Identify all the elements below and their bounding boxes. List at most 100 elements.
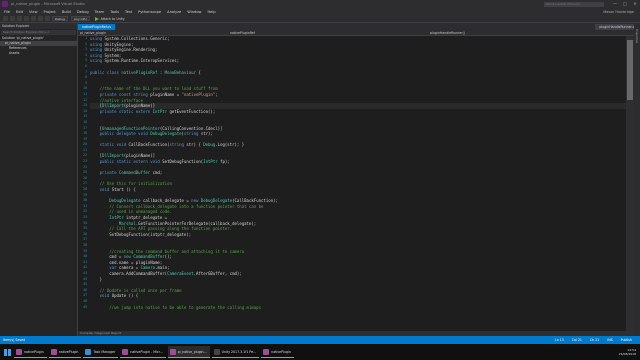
platform-select[interactable]: Any CPU — [70, 16, 90, 21]
code-token: Update () { — [111, 293, 139, 299]
code-token: UnmanagedFunctionPointer — [102, 125, 160, 131]
code-token: public static extern void — [90, 159, 163, 165]
code-token: [ — [90, 103, 103, 109]
taskbar-item-label: pi_native_plugin... — [177, 349, 207, 354]
nav-class-dropdown[interactable]: nativePluginRef — [230, 31, 430, 35]
right-tool-strip: Properties — [634, 23, 640, 336]
code-token: System; — [104, 52, 122, 58]
code-token: .Log(str); } — [215, 142, 245, 148]
code-token: private const string — [90, 91, 151, 97]
code-line[interactable]: 49 //we jump into native to be able to g… — [83, 304, 626, 311]
minimize-button[interactable]: — — [610, 0, 620, 8]
clock-date: 21/08/2018 — [618, 352, 636, 356]
code-token: System.Runtime.InteropServices; — [104, 58, 180, 64]
code-token: DebugDelegate — [90, 198, 141, 204]
code-token: CommandBuffer — [133, 254, 165, 260]
attach-button[interactable]: Attach to Unity — [94, 16, 125, 21]
back-icon[interactable] — [3, 16, 8, 21]
code-token: Camera — [140, 265, 156, 271]
visual-studio-icon — [2, 1, 8, 7]
code-token: } — [90, 276, 103, 282]
taskbar-item[interactable]: Unity 2017.3.1f1 Pe... — [211, 346, 260, 358]
taskbar-item[interactable]: Task Manager — [83, 346, 119, 358]
tree-item-assets[interactable]: Assets — [0, 51, 77, 56]
menu-item-test[interactable]: Test — [125, 10, 132, 14]
menu-item-view[interactable]: View — [29, 10, 38, 14]
toolbar: Debug Any CPU Attach to Unity — [0, 15, 640, 23]
properties-tab[interactable]: Properties — [635, 29, 639, 43]
start-button[interactable] — [0, 344, 14, 360]
taskbar-item[interactable]: nativePlugin — [48, 346, 82, 358]
taskbar-item[interactable]: nativePlugin — [14, 346, 47, 358]
app-icon — [213, 348, 220, 355]
code-token: UnityEngine.Rendering; — [104, 47, 158, 53]
code-token: //we jump into native to be able to gene… — [90, 304, 261, 310]
code-token: DebugDelegate — [150, 131, 182, 137]
configuration-select[interactable]: Debug — [52, 16, 68, 21]
taskbar-item[interactable]: nativePlugin — [261, 346, 294, 358]
code-token: cmd; — [150, 170, 163, 176]
menu-item-project[interactable]: Project — [44, 10, 56, 14]
code-token: private — [90, 170, 119, 176]
windows-icon — [3, 348, 11, 356]
code-token: str); — [198, 131, 213, 137]
undo-icon[interactable] — [38, 16, 43, 21]
code-token: string — [169, 142, 184, 148]
menu-item-tools[interactable]: Tools — [110, 10, 119, 14]
app-icon — [16, 348, 22, 355]
close-button[interactable]: ✕ — [630, 0, 640, 8]
code-token: using — [90, 52, 105, 58]
code-editor[interactable]: 1 using System.Collections.Generic; 2 using… — [78, 36, 626, 331]
taskbar-item[interactable]: pi_native_plugin... — [167, 346, 210, 358]
menu-item-debug[interactable]: Debug — [77, 10, 89, 14]
window-title: pi_native_plugin - Microsoft Visual Stud… — [11, 2, 85, 6]
status-message: Item(s) Saved — [3, 338, 26, 342]
menu-item-window[interactable]: Window — [187, 10, 201, 14]
code-token: Start () { — [111, 187, 136, 193]
nav-member-dropdown[interactable]: pluginHandleRunner() — [430, 31, 465, 35]
menu-item-build[interactable]: Build — [62, 10, 71, 14]
save-icon[interactable] — [24, 16, 29, 21]
menu-item-analyze[interactable]: Analyze — [167, 10, 181, 14]
menu-item-file[interactable]: File — [4, 10, 10, 14]
menu-item-help[interactable]: Help — [207, 10, 215, 14]
code-token: void — [90, 187, 112, 193]
solution-search-input[interactable]: Search Solution Explorer (Ctrl+;) — [1, 30, 76, 35]
status-ins: INS — [607, 338, 613, 342]
code-token: intptr_delegate = — [123, 215, 168, 220]
code-token: getEventFunction(); — [167, 108, 216, 114]
new-file-icon[interactable] — [17, 16, 22, 21]
save-all-icon[interactable] — [31, 16, 36, 21]
code-area[interactable]: 1 using System.Collections.Generic; 2 using… — [83, 36, 626, 311]
scroll-thumb[interactable] — [627, 40, 633, 100]
code-token: CommandBuffer — [118, 170, 151, 176]
code-token: camera = — [118, 265, 141, 271]
code-token: Marshal — [90, 220, 136, 226]
nav-project-dropdown[interactable]: pi_native_plugin — [80, 31, 230, 35]
forward-icon[interactable] — [10, 16, 15, 21]
redo-icon[interactable] — [45, 16, 50, 21]
play-icon — [94, 16, 99, 21]
code-token: [ — [90, 125, 103, 131]
code-token: fp); — [217, 159, 230, 165]
menu-item-pythonscope[interactable]: Pythonscope — [138, 10, 161, 14]
code-token: (pluginName)] — [123, 103, 156, 109]
vertical-scrollbar[interactable] — [626, 36, 634, 331]
taskbar-item-label: nativePlugin — [24, 349, 44, 354]
user-name[interactable]: Mason Hainbridge — [603, 10, 634, 14]
taskbar-item-label: nativePlugin — [271, 349, 291, 354]
system-clock[interactable]: 14:54 21/08/2018 — [619, 348, 640, 356]
code-token: CameraEvent — [167, 270, 194, 276]
taskbar-item[interactable]: nativePlugin - Micr... — [120, 346, 166, 358]
quick-launch-input[interactable]: Quick Launch (Ctrl+Q) — [544, 1, 604, 7]
status-publish[interactable]: Publish — [621, 338, 632, 342]
code-token: //native interface — [90, 97, 143, 103]
code-token: private static extern — [90, 108, 153, 114]
status-ch: Ch 21 — [589, 338, 600, 342]
maximize-button[interactable]: □ — [620, 0, 630, 8]
attach-label: Attach to Unity — [100, 16, 125, 21]
code-token: DebugDelegate — [200, 198, 233, 204]
code-token: pluginName = — [150, 91, 182, 97]
menu-item-team[interactable]: Team — [95, 10, 105, 14]
menu-item-edit[interactable]: Edit — [16, 10, 23, 14]
